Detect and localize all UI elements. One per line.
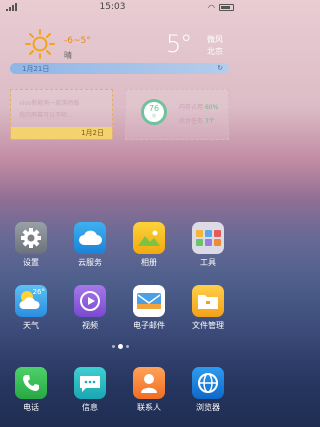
app-email[interactable]: 电子邮件: [127, 285, 171, 331]
browser-icon: [192, 367, 224, 399]
city-label: 北京: [207, 47, 223, 56]
score-value: 76: [148, 104, 160, 113]
memory-label: 内存占用: [179, 104, 204, 111]
app-label: 文件管理: [192, 321, 224, 330]
cloud-icon: [74, 222, 106, 254]
weather-app-icon: 26°: [15, 285, 47, 317]
phone-icon: [15, 367, 47, 399]
battery-icon: [218, 3, 234, 11]
score-ring[interactable]: 76 分: [141, 99, 167, 125]
app-label: 浏览器: [196, 403, 220, 412]
contacts-icon: [133, 367, 165, 399]
status-time: 15:03: [99, 2, 126, 12]
app-label: 联系人: [137, 403, 161, 412]
dock-contacts[interactable]: 联系人: [127, 367, 171, 413]
dock-messages[interactable]: 信息: [68, 367, 112, 413]
app-settings[interactable]: 设置: [9, 222, 53, 268]
app-files[interactable]: 文件管理: [186, 285, 230, 331]
memory-value: 60%: [204, 104, 219, 111]
note-line-2: 我的屏幕可以不吻...: [19, 112, 73, 119]
page-dot[interactable]: [112, 345, 115, 348]
app-cloud[interactable]: 云服务: [68, 222, 112, 268]
tasks-label: 后台任务: [179, 118, 204, 125]
app-label: 天气: [23, 321, 39, 330]
album-icon: [133, 222, 165, 254]
wifi-icon: ◠: [208, 2, 215, 12]
note-date: 1月2日: [81, 129, 104, 137]
email-icon: [133, 285, 165, 317]
weather-condition: 晴: [64, 51, 72, 60]
file-manager-icon: [192, 285, 224, 317]
app-video[interactable]: 视频: [68, 285, 112, 331]
current-temp: 5°: [166, 30, 192, 58]
dock-phone[interactable]: 电话: [9, 367, 53, 413]
app-tools-folder[interactable]: 工具: [186, 222, 230, 268]
app-label: 云服务: [78, 258, 102, 267]
settings-icon: [15, 222, 47, 254]
phone-manager-widget[interactable]: 76 分 内存占用 60% 后台任务 7个: [125, 89, 229, 140]
app-label: 信息: [82, 403, 98, 412]
status-bar: 15:03 ◠: [0, 0, 240, 14]
video-icon: [74, 285, 106, 317]
wind-label: 微风: [207, 35, 223, 44]
app-label: 电话: [23, 403, 39, 412]
app-album[interactable]: 相册: [127, 222, 171, 268]
weather-icon-temp: 26°: [32, 288, 45, 296]
temp-range: -6~5°: [64, 36, 91, 46]
signal-icon: [6, 3, 17, 11]
memory-stat: 内存占用 60%: [179, 102, 218, 111]
folder-icon: [192, 222, 224, 254]
app-label: 电子邮件: [133, 321, 165, 330]
score-unit: 分: [152, 113, 156, 118]
page-dot-active[interactable]: [118, 344, 123, 349]
messages-icon: [74, 367, 106, 399]
page-indicator[interactable]: [112, 344, 129, 349]
refresh-icon[interactable]: ↻: [217, 64, 223, 72]
app-label: 工具: [200, 258, 216, 267]
app-label: 视频: [82, 321, 98, 330]
date-label: 1月21日: [22, 64, 50, 73]
note-line-1: vivo新能有一款英特版: [19, 100, 80, 107]
date-bar[interactable]: 1月21日 ↻: [10, 63, 229, 74]
app-label: 设置: [23, 258, 39, 267]
tasks-stat: 后台任务 7个: [179, 116, 215, 125]
sun-icon: [25, 29, 55, 59]
app-weather[interactable]: 26° 天气: [9, 285, 53, 331]
app-label: 相册: [141, 258, 157, 267]
notes-widget[interactable]: vivo新能有一款英特版 我的屏幕可以不吻... 1月2日: [10, 89, 113, 140]
dock-browser[interactable]: 浏览器: [186, 367, 230, 413]
page-dot[interactable]: [126, 345, 129, 348]
tasks-value: 7个: [204, 118, 215, 125]
note-date-bar: 1月2日: [11, 127, 112, 139]
